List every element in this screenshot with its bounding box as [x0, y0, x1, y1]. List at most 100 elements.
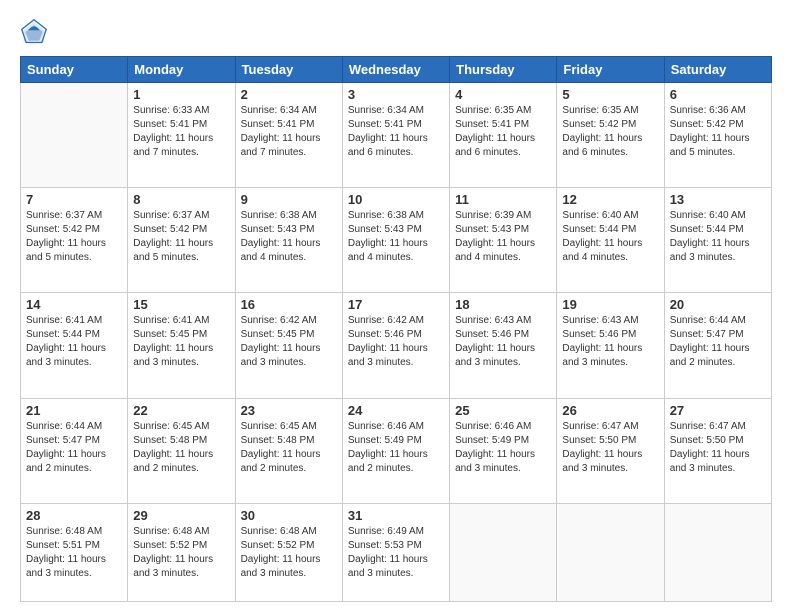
calendar-cell: 31 Sunrise: 6:49 AM Sunset: 5:53 PM Dayli… — [342, 503, 449, 601]
day-number: 3 — [348, 87, 444, 102]
logo — [20, 18, 52, 46]
day-info: Sunrise: 6:38 AM Sunset: 5:43 PM Dayligh… — [241, 209, 337, 265]
day-info: Sunrise: 6:37 AM Sunset: 5:42 PM Dayligh… — [26, 209, 122, 265]
day-info: Sunrise: 6:40 AM Sunset: 5:44 PM Dayligh… — [670, 209, 766, 265]
day-info: Sunrise: 6:44 AM Sunset: 5:47 PM Dayligh… — [26, 420, 122, 476]
calendar-cell: 13 Sunrise: 6:40 AM Sunset: 5:44 PM Dayli… — [664, 188, 771, 293]
calendar-cell: 1Sunrise: 6:33 AM Sunset: 5:41 PM Daylig… — [128, 83, 235, 188]
day-info: Sunrise: 6:43 AM Sunset: 5:46 PM Dayligh… — [455, 314, 551, 370]
weekday-header-monday: Monday — [128, 57, 235, 83]
day-info: Sunrise: 6:47 AM Sunset: 5:50 PM Dayligh… — [670, 420, 766, 476]
week-row-1: 7 Sunrise: 6:37 AM Sunset: 5:42 PM Daylig… — [21, 188, 772, 293]
day-info: Sunrise: 6:39 AM Sunset: 5:43 PM Dayligh… — [455, 209, 551, 265]
day-number: 5 — [562, 87, 658, 102]
day-number: 9 — [241, 192, 337, 207]
week-row-2: 14 Sunrise: 6:41 AM Sunset: 5:44 PM Dayli… — [21, 293, 772, 398]
calendar-cell: 19 Sunrise: 6:43 AM Sunset: 5:46 PM Dayli… — [557, 293, 664, 398]
calendar-cell: 21 Sunrise: 6:44 AM Sunset: 5:47 PM Dayli… — [21, 398, 128, 503]
weekday-header-wednesday: Wednesday — [342, 57, 449, 83]
day-number: 26 — [562, 403, 658, 418]
day-info: Sunrise: 6:40 AM Sunset: 5:44 PM Dayligh… — [562, 209, 658, 265]
calendar-cell: 26Sunrise: 6:47 AM Sunset: 5:50 PM Dayli… — [557, 398, 664, 503]
day-number: 18 — [455, 297, 551, 312]
calendar-cell: 22Sunrise: 6:45 AM Sunset: 5:48 PM Dayli… — [128, 398, 235, 503]
day-number: 4 — [455, 87, 551, 102]
week-row-4: 28Sunrise: 6:48 AM Sunset: 5:51 PM Dayli… — [21, 503, 772, 601]
day-number: 13 — [670, 192, 766, 207]
day-number: 7 — [26, 192, 122, 207]
day-number: 8 — [133, 192, 229, 207]
calendar-cell: 3 Sunrise: 6:34 AM Sunset: 5:41 PM Daylig… — [342, 83, 449, 188]
day-info: Sunrise: 6:38 AM Sunset: 5:43 PM Dayligh… — [348, 209, 444, 265]
day-info: Sunrise: 6:34 AM Sunset: 5:41 PM Dayligh… — [241, 104, 337, 160]
day-info: Sunrise: 6:35 AM Sunset: 5:42 PM Dayligh… — [562, 104, 658, 160]
calendar-cell: 5 Sunrise: 6:35 AM Sunset: 5:42 PM Daylig… — [557, 83, 664, 188]
calendar-cell: 11 Sunrise: 6:39 AM Sunset: 5:43 PM Dayli… — [450, 188, 557, 293]
day-info: Sunrise: 6:46 AM Sunset: 5:49 PM Dayligh… — [348, 420, 444, 476]
day-info: Sunrise: 6:42 AM Sunset: 5:45 PM Dayligh… — [241, 314, 337, 370]
day-info: Sunrise: 6:48 AM Sunset: 5:52 PM Dayligh… — [241, 525, 337, 581]
calendar-cell: 28Sunrise: 6:48 AM Sunset: 5:51 PM Dayli… — [21, 503, 128, 601]
weekday-header-thursday: Thursday — [450, 57, 557, 83]
day-number: 11 — [455, 192, 551, 207]
day-info: Sunrise: 6:45 AM Sunset: 5:48 PM Dayligh… — [241, 420, 337, 476]
calendar-cell: 12 Sunrise: 6:40 AM Sunset: 5:44 PM Dayli… — [557, 188, 664, 293]
page: SundayMondayTuesdayWednesdayThursdayFrid… — [0, 0, 792, 612]
calendar-cell: 15Sunrise: 6:41 AM Sunset: 5:45 PM Dayli… — [128, 293, 235, 398]
calendar-cell: 9 Sunrise: 6:38 AM Sunset: 5:43 PM Daylig… — [235, 188, 342, 293]
header — [20, 18, 772, 46]
logo-icon — [20, 18, 48, 46]
day-info: Sunrise: 6:45 AM Sunset: 5:48 PM Dayligh… — [133, 420, 229, 476]
day-info: Sunrise: 6:41 AM Sunset: 5:45 PM Dayligh… — [133, 314, 229, 370]
day-info: Sunrise: 6:37 AM Sunset: 5:42 PM Dayligh… — [133, 209, 229, 265]
day-number: 20 — [670, 297, 766, 312]
day-number: 19 — [562, 297, 658, 312]
day-number: 21 — [26, 403, 122, 418]
day-number: 14 — [26, 297, 122, 312]
calendar-cell: 30 Sunrise: 6:48 AM Sunset: 5:52 PM Dayli… — [235, 503, 342, 601]
day-number: 12 — [562, 192, 658, 207]
weekday-header-saturday: Saturday — [664, 57, 771, 83]
calendar-cell: 25 Sunrise: 6:46 AM Sunset: 5:49 PM Dayli… — [450, 398, 557, 503]
calendar-cell: 24 Sunrise: 6:46 AM Sunset: 5:49 PM Dayli… — [342, 398, 449, 503]
day-number: 30 — [241, 508, 337, 523]
day-number: 16 — [241, 297, 337, 312]
day-info: Sunrise: 6:33 AM Sunset: 5:41 PM Dayligh… — [133, 104, 229, 160]
calendar-cell — [557, 503, 664, 601]
day-info: Sunrise: 6:34 AM Sunset: 5:41 PM Dayligh… — [348, 104, 444, 160]
calendar-cell: 14 Sunrise: 6:41 AM Sunset: 5:44 PM Dayli… — [21, 293, 128, 398]
calendar: SundayMondayTuesdayWednesdayThursdayFrid… — [20, 56, 772, 602]
calendar-cell — [450, 503, 557, 601]
weekday-header-sunday: Sunday — [21, 57, 128, 83]
calendar-cell: 23 Sunrise: 6:45 AM Sunset: 5:48 PM Dayli… — [235, 398, 342, 503]
day-number: 24 — [348, 403, 444, 418]
calendar-cell: 27 Sunrise: 6:47 AM Sunset: 5:50 PM Dayli… — [664, 398, 771, 503]
day-number: 10 — [348, 192, 444, 207]
calendar-cell: 8 Sunrise: 6:37 AM Sunset: 5:42 PM Daylig… — [128, 188, 235, 293]
day-number: 6 — [670, 87, 766, 102]
day-info: Sunrise: 6:35 AM Sunset: 5:41 PM Dayligh… — [455, 104, 551, 160]
day-info: Sunrise: 6:49 AM Sunset: 5:53 PM Dayligh… — [348, 525, 444, 581]
calendar-cell: 2 Sunrise: 6:34 AM Sunset: 5:41 PM Daylig… — [235, 83, 342, 188]
weekday-header-row: SundayMondayTuesdayWednesdayThursdayFrid… — [21, 57, 772, 83]
day-number: 25 — [455, 403, 551, 418]
calendar-cell: 7 Sunrise: 6:37 AM Sunset: 5:42 PM Daylig… — [21, 188, 128, 293]
day-number: 31 — [348, 508, 444, 523]
calendar-cell: 6Sunrise: 6:36 AM Sunset: 5:42 PM Daylig… — [664, 83, 771, 188]
day-number: 29 — [133, 508, 229, 523]
calendar-cell — [21, 83, 128, 188]
calendar-cell: 18 Sunrise: 6:43 AM Sunset: 5:46 PM Dayli… — [450, 293, 557, 398]
calendar-cell: 17Sunrise: 6:42 AM Sunset: 5:46 PM Dayli… — [342, 293, 449, 398]
calendar-cell: 16 Sunrise: 6:42 AM Sunset: 5:45 PM Dayli… — [235, 293, 342, 398]
day-info: Sunrise: 6:48 AM Sunset: 5:51 PM Dayligh… — [26, 525, 122, 581]
day-info: Sunrise: 6:44 AM Sunset: 5:47 PM Dayligh… — [670, 314, 766, 370]
day-number: 27 — [670, 403, 766, 418]
calendar-cell — [664, 503, 771, 601]
day-info: Sunrise: 6:43 AM Sunset: 5:46 PM Dayligh… — [562, 314, 658, 370]
week-row-3: 21 Sunrise: 6:44 AM Sunset: 5:47 PM Dayli… — [21, 398, 772, 503]
calendar-cell: 20 Sunrise: 6:44 AM Sunset: 5:47 PM Dayli… — [664, 293, 771, 398]
day-number: 2 — [241, 87, 337, 102]
day-number: 23 — [241, 403, 337, 418]
day-info: Sunrise: 6:46 AM Sunset: 5:49 PM Dayligh… — [455, 420, 551, 476]
day-info: Sunrise: 6:41 AM Sunset: 5:44 PM Dayligh… — [26, 314, 122, 370]
